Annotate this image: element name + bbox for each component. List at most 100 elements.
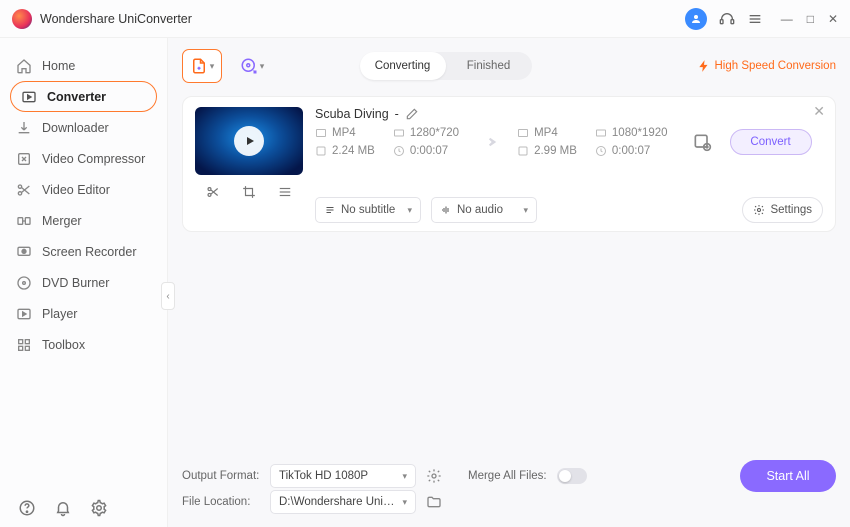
subtitle-icon [324,204,336,216]
file-settings-icon[interactable] [692,132,712,152]
remove-file-button[interactable]: ✕ [813,103,825,120]
merge-label: Merge All Files: [468,470,547,482]
sidebar-item-label: Merger [42,214,82,228]
file-title-dash: - [395,107,399,121]
file-card: ✕ Scuba Diving - [182,96,836,232]
convert-button[interactable]: Convert [730,129,812,155]
start-all-button[interactable]: Start All [740,460,836,492]
sidebar-item-home[interactable]: Home [0,50,167,81]
tab-finished[interactable]: Finished [446,52,532,80]
size-icon [315,145,327,157]
app-logo-icon [12,9,32,29]
subtitle-value: No subtitle [341,204,395,216]
user-avatar-icon[interactable] [685,8,707,30]
edit-title-icon[interactable] [405,107,419,121]
close-button[interactable]: ✕ [828,12,838,26]
sidebar-item-downloader[interactable]: Downloader [0,112,167,143]
sidebar-item-player[interactable]: Player [0,298,167,329]
sidebar-item-recorder[interactable]: Screen Recorder [0,236,167,267]
sidebar-item-label: Player [42,307,77,321]
res-icon [595,127,607,139]
sidebar-item-toolbox[interactable]: Toolbox [0,329,167,360]
grid-icon [16,337,32,353]
sidebar-item-label: Video Editor [42,183,110,197]
sidebar-item-dvd[interactable]: DVD Burner [0,267,167,298]
settings-button[interactable]: Settings [742,197,823,223]
add-file-button[interactable]: ▾ [182,49,222,83]
settings-cog-icon[interactable] [90,499,108,517]
toolbar: ▾ ▾ Converting Finished High Speed Conve… [182,46,836,86]
sidebar-item-label: Toolbox [42,338,85,352]
dst-size: 2.99 MB [534,145,577,157]
settings-label: Settings [770,204,812,216]
format-icon [517,127,529,139]
play-preview-button[interactable] [234,126,264,156]
output-format-label: Output Format: [182,470,260,482]
video-thumbnail[interactable] [195,107,303,175]
sidebar-item-label: Converter [47,90,106,104]
add-disc-icon [240,57,258,75]
audio-value: No audio [457,204,503,216]
res-icon [393,127,405,139]
src-format: MP4 [332,127,356,139]
record-icon [16,244,32,260]
file-location-select[interactable]: D:\Wondershare UniConverter ▾ [270,490,416,514]
dst-duration: 0:00:07 [612,145,650,157]
sidebar-item-merger[interactable]: Merger [0,205,167,236]
sidebar-item-label: Screen Recorder [42,245,137,259]
format-icon [315,127,327,139]
play-triangle-icon [244,135,256,147]
titlebar: Wondershare UniConverter — □ ✕ [0,0,850,38]
sidebar-item-label: Downloader [42,121,109,135]
effect-icon[interactable] [278,185,292,199]
footer: Output Format: TikTok HD 1080P ▾ Merge A… [182,455,836,527]
scissors-icon [16,182,32,198]
headset-icon[interactable] [719,11,735,27]
bell-icon[interactable] [54,499,72,517]
file-title: Scuba Diving [315,107,389,121]
open-folder-icon[interactable] [426,494,442,510]
high-speed-label: High Speed Conversion [715,60,836,72]
menu-icon[interactable] [747,11,763,27]
tab-group: Converting Finished [360,52,532,80]
minimize-button[interactable]: — [781,12,793,26]
trim-icon[interactable] [206,185,220,199]
tab-converting[interactable]: Converting [360,52,446,80]
arrow-right-icon [477,131,499,153]
sidebar-item-label: DVD Burner [42,276,109,290]
download-icon [16,120,32,136]
sidebar-item-label: Home [42,59,75,73]
src-duration: 0:00:07 [410,145,448,157]
sidebar-item-label: Video Compressor [42,152,145,166]
dst-format: MP4 [534,127,558,139]
bolt-icon [697,59,711,73]
merge-toggle[interactable] [557,468,587,484]
high-speed-conversion-button[interactable]: High Speed Conversion [697,59,836,73]
dst-res: 1080*1920 [612,127,668,139]
compress-icon [16,151,32,167]
src-res: 1280*720 [410,127,459,139]
output-settings-icon[interactable] [426,468,442,484]
converter-icon [21,89,37,105]
play-icon [16,306,32,322]
sidebar-item-editor[interactable]: Video Editor [0,174,167,205]
add-file-icon [190,57,208,75]
audio-select[interactable]: No audio ▾ [431,197,537,223]
sidebar-item-compressor[interactable]: Video Compressor [0,143,167,174]
gear-icon [753,204,765,216]
subtitle-select[interactable]: No subtitle ▾ [315,197,421,223]
add-disc-button[interactable]: ▾ [232,49,272,83]
maximize-button[interactable]: □ [807,12,814,26]
home-icon [16,58,32,74]
audio-wave-icon [440,204,452,216]
sidebar-item-converter[interactable]: Converter [10,81,157,112]
merge-icon [16,213,32,229]
crop-icon[interactable] [242,185,256,199]
output-format-select[interactable]: TikTok HD 1080P ▾ [270,464,416,488]
clock-icon [393,145,405,157]
output-format-value: TikTok HD 1080P [279,470,368,482]
sidebar: Home Converter Downloader Video Compress… [0,38,168,527]
help-icon[interactable] [18,499,36,517]
src-size: 2.24 MB [332,145,375,157]
disc-icon [16,275,32,291]
